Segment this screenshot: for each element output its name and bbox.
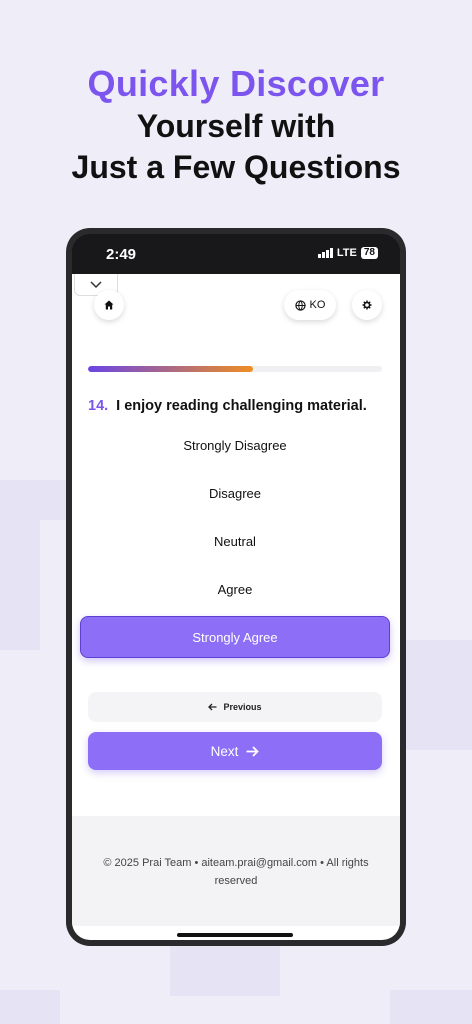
background-shape bbox=[0, 520, 40, 650]
option-strongly-agree[interactable]: Strongly Agree bbox=[80, 616, 390, 658]
background-shape bbox=[0, 990, 60, 1024]
battery-icon: 78 bbox=[360, 247, 378, 259]
question: 14. I enjoy reading challenging material. bbox=[88, 398, 388, 414]
home-icon bbox=[104, 300, 114, 310]
phone-screen: 2:49 LTE 78 KO 14. I enjoy reading chall… bbox=[72, 234, 400, 940]
arrow-right-icon bbox=[246, 745, 260, 757]
progress-fill bbox=[88, 366, 253, 372]
home-button[interactable] bbox=[94, 290, 124, 320]
background-shape bbox=[170, 946, 280, 996]
background-shape bbox=[0, 480, 70, 520]
background-shape bbox=[390, 990, 472, 1024]
background-shape bbox=[406, 640, 472, 750]
headline: Quickly Discover Yourself with Just a Fe… bbox=[0, 62, 472, 188]
answer-options: Strongly Disagree Disagree Neutral Agree… bbox=[80, 424, 390, 664]
settings-button[interactable] bbox=[352, 290, 382, 320]
headline-line-1: Yourself with bbox=[136, 108, 336, 144]
language-label: KO bbox=[309, 299, 326, 311]
arrow-left-icon bbox=[208, 703, 217, 711]
status-time: 2:49 bbox=[106, 246, 137, 263]
signal-icon bbox=[317, 248, 333, 258]
next-button[interactable]: Next bbox=[88, 732, 382, 770]
option-agree[interactable]: Agree bbox=[80, 568, 390, 610]
headline-line-2: Just a Few Questions bbox=[71, 149, 401, 185]
question-text: I enjoy reading challenging material. bbox=[116, 398, 367, 414]
previous-label: Previous bbox=[223, 702, 262, 712]
option-disagree[interactable]: Disagree bbox=[80, 472, 390, 514]
option-neutral[interactable]: Neutral bbox=[80, 520, 390, 562]
question-number: 14. bbox=[88, 398, 109, 414]
status-bar: 2:49 LTE 78 bbox=[72, 234, 400, 274]
gear-icon bbox=[362, 300, 372, 310]
footer: © 2025 Prai Team • aiteam.prai@gmail.com… bbox=[72, 816, 400, 926]
status-right: LTE 78 bbox=[317, 247, 378, 259]
globe-icon bbox=[294, 299, 306, 311]
home-indicator[interactable] bbox=[177, 933, 293, 937]
next-label: Next bbox=[210, 743, 239, 759]
headline-accent: Quickly Discover bbox=[87, 63, 385, 104]
chevron-down-icon bbox=[90, 280, 102, 288]
option-strongly-disagree[interactable]: Strongly Disagree bbox=[80, 424, 390, 466]
language-button[interactable]: KO bbox=[284, 290, 336, 320]
footer-text: © 2025 Prai Team • aiteam.prai@gmail.com… bbox=[103, 857, 369, 887]
phone-frame: 2:49 LTE 78 KO 14. I enjoy reading chall… bbox=[66, 228, 406, 946]
progress-bar bbox=[88, 366, 382, 372]
previous-button[interactable]: Previous bbox=[88, 692, 382, 722]
app-content: KO 14. I enjoy reading challenging materi… bbox=[72, 274, 400, 940]
network-label: LTE bbox=[336, 247, 357, 259]
